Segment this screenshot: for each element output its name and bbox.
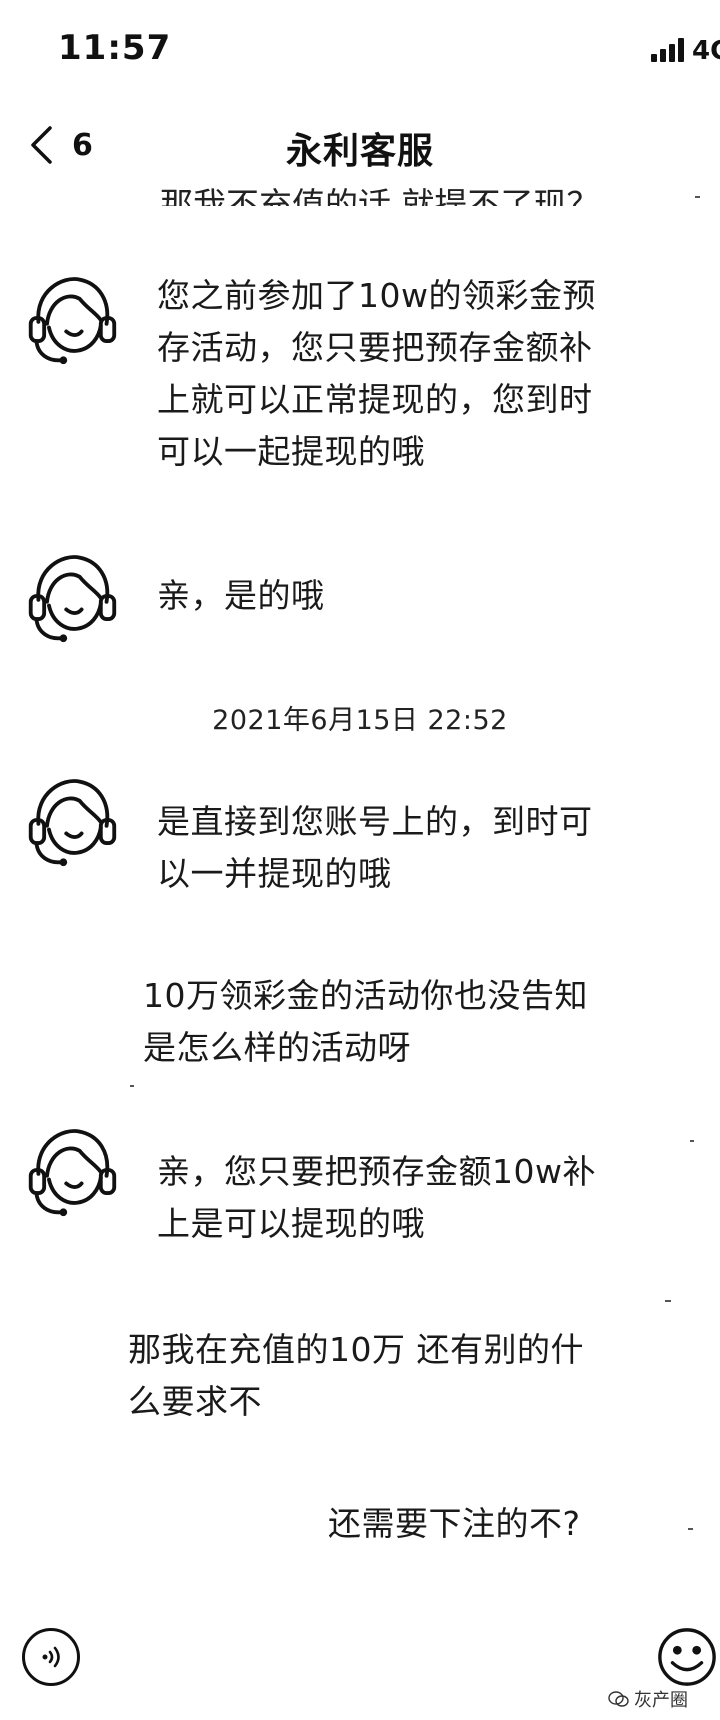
scan-speck — [695, 196, 700, 198]
message-line: 是直接到您账号上的，到时可 — [157, 802, 593, 841]
message-line: 那我在充值的10万 还有别的什 — [128, 1330, 584, 1369]
clipped-message-text: 那我不充值的话 就提不了现？ — [160, 185, 600, 206]
scan-speck — [130, 1085, 134, 1087]
scan-speck — [688, 1528, 693, 1530]
message-line: 亲，您只要把预存金额10w补 — [157, 1152, 596, 1191]
message-line: 您之前参加了10w的领彩金预 — [157, 276, 596, 315]
agent-message: 您之前参加了10w的领彩金预 存活动，您只要把预存金额补 上就可以正常提现的，您… — [0, 270, 720, 500]
message-line: 上是可以提现的哦 — [157, 1204, 425, 1243]
signal-strength-icon — [651, 38, 684, 62]
message-line: 可以一起提现的哦 — [157, 432, 425, 471]
chat-title: 永利客服 — [285, 131, 434, 172]
message-line: 么要求不 — [128, 1382, 262, 1421]
message-line: 亲，是的哦 — [157, 576, 325, 615]
customer-service-avatar-icon[interactable] — [24, 1122, 120, 1218]
message-line: 还需要下注的不? — [328, 1504, 581, 1543]
bottom-input-bar: 灰产圈 — [0, 1610, 720, 1720]
status-time: 11:57 — [58, 28, 172, 68]
message-line: 是怎么样的活动呀 — [143, 1028, 411, 1067]
message-line: 存活动，您只要把预存金额补 — [157, 328, 593, 367]
user-message: 还需要下注的不? — [0, 1498, 720, 1558]
user-message: 10万领彩金的活动你也没告知 是怎么样的活动呀 — [0, 970, 720, 1080]
wechat-icon — [608, 1691, 629, 1707]
message-line: 10万领彩金的活动你也没告知 — [143, 976, 588, 1015]
timestamp: 2021年6月15日 22:52 — [212, 705, 508, 736]
customer-service-avatar-icon[interactable] — [24, 270, 120, 366]
network-label: 4G — [692, 36, 720, 66]
scan-speck — [665, 1300, 671, 1302]
scan-speck — [690, 1140, 694, 1142]
user-message: 那我在充值的10万 还有别的什 么要求不 — [0, 1324, 720, 1434]
voice-button[interactable] — [22, 1628, 80, 1686]
agent-message: 是直接到您账号上的，到时可 以一并提现的哦 — [0, 772, 720, 893]
customer-service-avatar-icon[interactable] — [24, 772, 120, 868]
agent-message: 亲，是的哦 — [0, 548, 720, 648]
watermark-text: 灰产圈 — [634, 1690, 688, 1711]
watermark: 灰产圈 — [608, 1686, 688, 1712]
message-line: 上就可以正常提现的，您到时 — [157, 380, 593, 419]
message-line: 以一并提现的哦 — [157, 854, 392, 893]
clipped-message: 那我不充值的话 就提不了现？ — [160, 170, 680, 206]
agent-message: 亲，您只要把预存金额10w补 上是可以提现的哦 — [0, 1122, 720, 1252]
smiley-icon[interactable] — [656, 1626, 718, 1688]
status-bar: 11:57 4G — [0, 0, 720, 100]
voice-icon — [42, 1646, 60, 1668]
customer-service-avatar-icon[interactable] — [24, 548, 120, 644]
